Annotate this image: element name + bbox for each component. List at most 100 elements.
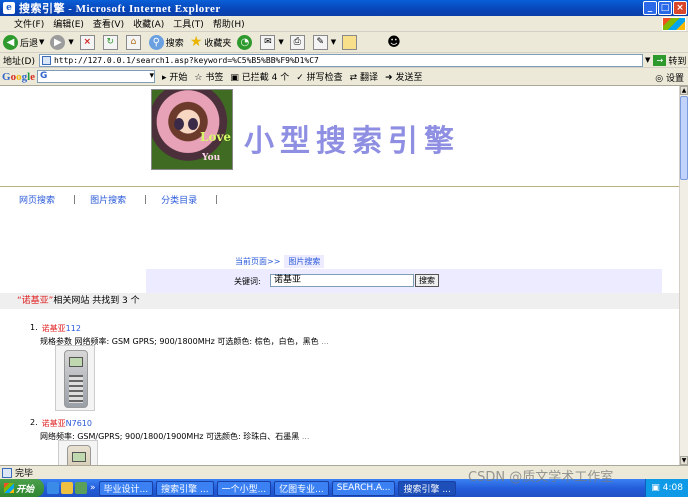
system-tray: ▣ 4:08 xyxy=(645,479,688,497)
page-viewport: Love You 小型搜索引擎 网页搜索 | 图片搜索 | 分类目录 | 当前页… xyxy=(0,86,679,465)
menu-tools[interactable]: 工具(T) xyxy=(173,17,204,30)
minimize-button[interactable]: _ xyxy=(643,1,657,15)
home-button[interactable]: ⌂ xyxy=(125,34,143,50)
google-spellcheck[interactable]: ✓ 拼写检查 xyxy=(296,70,342,83)
folder-button[interactable] xyxy=(342,34,359,50)
task-search-asp[interactable]: SEARCH.A... xyxy=(331,480,396,496)
history-button[interactable]: ◔ xyxy=(237,34,254,50)
forward-button[interactable]: ▶ ▼ xyxy=(50,34,74,50)
summary-text: 相关网站 共找到 3 个 xyxy=(53,296,140,306)
banner-doll-image: Love You xyxy=(151,89,233,170)
menu-bar: 文件(F) 编辑(E) 查看(V) 收藏(A) 工具(T) 帮助(H) xyxy=(0,16,688,32)
messenger-icon: ☻ xyxy=(387,34,401,50)
nav-directory[interactable]: 分类目录 xyxy=(161,193,197,206)
vertical-scrollbar[interactable]: ▲ ▼ xyxy=(679,86,688,465)
menu-help[interactable]: 帮助(H) xyxy=(213,17,245,30)
nav-separator: | xyxy=(73,194,77,205)
google-popup-blocked[interactable]: ▣ 已拦截 4 个 xyxy=(230,70,289,83)
task-search-engine[interactable]: 搜索引擎 ... xyxy=(156,480,214,496)
back-label: 后退 xyxy=(20,38,39,49)
address-url: http://127.0.0.1/search1.asp?keyword=%C5… xyxy=(53,55,319,65)
address-bar: 地址(D) http://127.0.0.1/search1.asp?keywo… xyxy=(0,53,688,68)
scroll-down-icon[interactable]: ▼ xyxy=(680,456,688,465)
menu-favorites[interactable]: 收藏(A) xyxy=(133,17,164,30)
nav-image-search[interactable]: 图片搜索 xyxy=(90,193,126,206)
menu-view[interactable]: 查看(V) xyxy=(93,17,124,30)
page-icon xyxy=(41,55,51,65)
stop-button[interactable]: × xyxy=(79,34,97,50)
chevron-down-icon: ▼ xyxy=(330,38,337,46)
desktop-quicklaunch-icon[interactable] xyxy=(61,482,73,494)
result-title-link[interactable]: 诺基亚N7610 xyxy=(42,418,92,429)
keyword-label: 关键词: xyxy=(234,277,261,286)
task-thesis[interactable]: 毕业设计... xyxy=(98,480,154,496)
google-translate[interactable]: ⇄ 翻译 xyxy=(350,70,378,83)
go-button[interactable]: → 转到 xyxy=(653,54,686,67)
doll-eye xyxy=(174,118,184,130)
menu-edit[interactable]: 编辑(E) xyxy=(53,17,84,30)
google-search-value: G xyxy=(40,71,48,81)
refresh-icon: ↻ xyxy=(102,34,118,50)
search-label: 搜索 xyxy=(165,38,184,49)
close-button[interactable]: × xyxy=(673,1,687,15)
google-search-input[interactable]: G ▾ xyxy=(37,70,156,83)
address-label: 地址(D) xyxy=(3,56,35,67)
menu-file[interactable]: 文件(F) xyxy=(14,17,44,30)
task-search-engine-active[interactable]: 搜索引擎 ... xyxy=(398,480,456,496)
nav-web-search[interactable]: 网页搜索 xyxy=(19,193,55,206)
result-thumbnail[interactable] xyxy=(55,345,95,411)
windows-logo-icon xyxy=(662,17,686,31)
edit-icon: ✎ xyxy=(312,34,328,50)
scroll-thumb[interactable] xyxy=(680,96,688,180)
google-logo: Google xyxy=(2,70,36,83)
result-index: 2. xyxy=(30,418,38,427)
watermark: CSDN @质文学术工作室 xyxy=(468,470,614,485)
result-thumbnail[interactable] xyxy=(58,440,98,465)
keyword-input[interactable]: 诺基亚 xyxy=(270,274,414,287)
mail-button[interactable]: ✉ ▼ xyxy=(260,34,284,50)
messenger-button[interactable]: ☻ xyxy=(387,35,401,50)
maximize-button[interactable]: □ xyxy=(658,1,672,15)
ie-icon: e xyxy=(3,2,15,14)
quick-launch xyxy=(47,482,87,494)
start-button[interactable]: 开始 xyxy=(0,479,44,497)
breadcrumb: 当前页面>> 图片搜索 xyxy=(235,255,325,268)
back-button[interactable]: ◀ 后退 ▼ xyxy=(3,34,44,50)
nav-separator: | xyxy=(144,194,148,205)
quicklaunch-more-icon[interactable]: » xyxy=(90,483,96,493)
result-title-link[interactable]: 诺基亚112 xyxy=(42,323,81,334)
media-quicklaunch-icon[interactable] xyxy=(75,482,87,494)
favorites-label: 收藏夹 xyxy=(204,38,232,49)
search-icon: ⚲ xyxy=(148,34,164,50)
search-button[interactable]: ⚲ 搜索 xyxy=(148,34,184,50)
refresh-button[interactable]: ↻ xyxy=(102,34,120,50)
address-dropdown-icon[interactable]: ▼ xyxy=(645,56,650,64)
google-bookmarks[interactable]: ☆ 书签 xyxy=(194,70,223,83)
go-arrow-icon: → xyxy=(653,54,667,66)
banner-you-text: You xyxy=(202,153,221,163)
search-submit-button[interactable]: 搜索 xyxy=(415,274,439,287)
google-start[interactable]: ▸ 开始 xyxy=(162,70,187,83)
task-small[interactable]: 一个小型... xyxy=(216,480,272,496)
edit-button[interactable]: ✎ ▼ xyxy=(312,34,337,50)
google-settings[interactable]: ◎ 设置 xyxy=(655,71,684,84)
print-button[interactable]: ⎙ xyxy=(289,34,307,50)
address-input[interactable]: http://127.0.0.1/search1.asp?keyword=%C5… xyxy=(38,53,643,67)
mail-icon: ✉ xyxy=(260,34,276,50)
google-send-to[interactable]: ➜ 发送至 xyxy=(385,70,422,83)
stop-icon: × xyxy=(79,34,95,50)
favorites-button[interactable]: ★ 收藏夹 xyxy=(190,34,232,50)
window-title: 搜索引擎 - Microsoft Internet Explorer xyxy=(19,3,221,15)
printer-icon: ⎙ xyxy=(289,34,305,50)
toolbar: ◀ 后退 ▼ ▶ ▼ × ↻ ⌂ ⚲ 搜索 ★ 收藏夹 ◔ ✉ ▼ ⎙ ✎ ▼ … xyxy=(0,32,688,53)
window-titlebar[interactable]: e 搜索引擎 - Microsoft Internet Explorer _ □… xyxy=(0,0,688,16)
task-edraw[interactable]: 亿图专业... xyxy=(274,480,329,496)
page-done-icon xyxy=(2,467,12,478)
status-text: 完毕 xyxy=(15,469,34,479)
tab-image-search[interactable]: 图片搜索 xyxy=(284,255,325,268)
ie-quicklaunch-icon[interactable] xyxy=(47,482,59,494)
tray-network-icon[interactable]: ▣ xyxy=(651,483,660,493)
banner-love-text: Love xyxy=(200,130,232,144)
clock[interactable]: 4:08 xyxy=(663,483,683,493)
scroll-up-icon[interactable]: ▲ xyxy=(680,86,688,95)
